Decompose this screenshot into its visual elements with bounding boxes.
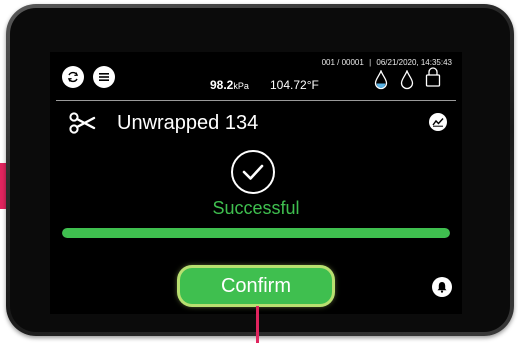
lock-icon: [425, 67, 441, 87]
touch-screen: 001 / 00001 | 06/21/2020, 14:35:43 98.2k…: [50, 52, 462, 314]
check-icon: [242, 164, 264, 180]
alarm-button[interactable]: [432, 277, 452, 297]
bell-icon: [437, 282, 447, 293]
pressure-readout: 98.2kPa: [210, 78, 249, 92]
status-bar: 001 / 00001 | 06/21/2020, 14:35:43 98.2k…: [50, 52, 462, 100]
chart-icon: [432, 118, 444, 127]
success-check-badge: [231, 150, 275, 194]
cycle-title: Unwrapped 134: [117, 112, 259, 134]
temperature-readout: 104.72°F: [270, 78, 319, 92]
progress-bar-fill: [62, 228, 450, 238]
scissors-icon: [69, 112, 96, 134]
menu-button[interactable]: [93, 66, 115, 88]
pressure-unit: kPa: [233, 81, 249, 91]
progress-bar: [62, 228, 450, 238]
confirm-button[interactable]: Confirm: [180, 268, 332, 304]
batch-separator: |: [369, 58, 372, 67]
cycle-refresh-icon: [67, 71, 79, 83]
water-drop-filled-icon: [374, 70, 388, 90]
header-divider: [56, 100, 456, 101]
callout-pointer-line: [256, 306, 259, 343]
chart-button[interactable]: [429, 113, 447, 131]
batch-number: 001 / 00001: [321, 58, 364, 67]
menu-icon: [99, 73, 109, 81]
pressure-value: 98.2: [210, 78, 234, 92]
cycle-refresh-button[interactable]: [62, 66, 84, 88]
cycle-title-row: Unwrapped 134: [50, 108, 462, 138]
water-drop-outline-icon: [400, 70, 414, 90]
cycle-status: Successful: [212, 198, 300, 218]
